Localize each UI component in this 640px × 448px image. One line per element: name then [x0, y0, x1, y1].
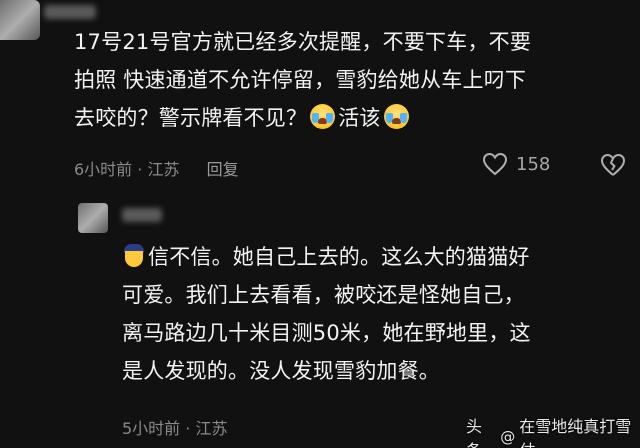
- watermark: 头条 @ 在雪地纯真打雪仗: [466, 413, 640, 448]
- reply-line: 离马路边几十米目测50米，她在野地里，这: [122, 321, 531, 345]
- comment-line: 17号21号官方就已经多次提醒，不要下车，不要: [74, 30, 532, 54]
- separator: ·: [137, 160, 143, 179]
- watermark-account: 在雪地纯真打雪仗: [519, 417, 632, 448]
- crying-laughing-emoji-icon: [310, 104, 336, 129]
- comment-body: 17号21号官方就已经多次提醒，不要下车，不要 拍照 快速通道不允许停留，雪豹给…: [74, 23, 634, 137]
- reply-line: 可爱。我们上去看看，被咬还是怪她自己，: [122, 283, 525, 307]
- comment-thread: 17号21号官方就已经多次提醒，不要下车，不要 拍照 快速通道不允许停留，雪豹给…: [0, 0, 640, 448]
- like-button[interactable]: 158: [482, 152, 550, 176]
- crying-laughing-emoji-icon: [383, 104, 409, 129]
- comment-line-with-emoji: 去咬的？警示牌看不见？ 活该: [74, 99, 634, 137]
- broken-heart-icon[interactable]: [600, 153, 626, 177]
- reply-location: 江苏: [195, 419, 228, 438]
- comment-time: 6小时前: [74, 160, 133, 179]
- comment-location: 江苏: [147, 160, 180, 179]
- police-officer-emoji-icon: [122, 244, 146, 268]
- reply-username-blurred[interactable]: [122, 208, 162, 222]
- at-icon: @: [500, 428, 516, 446]
- reply-button[interactable]: 回复: [207, 160, 239, 179]
- reply-meta: 5小时前 · 江苏: [122, 415, 227, 439]
- comment-line: 拍照 快速通道不允许停留，雪豹给她从车上叼下: [74, 68, 527, 92]
- reply-line-with-emoji: 信不信。她自己上去的。这么大的猫猫好: [122, 238, 632, 276]
- like-count: 158: [516, 153, 551, 175]
- reply-time: 5小时前: [122, 419, 181, 438]
- comment-line: 活该: [338, 106, 381, 130]
- comment-line: 去咬的？警示牌看不见？: [74, 106, 308, 130]
- reply-line: 是人发现的。没人发现雪豹加餐。: [122, 359, 440, 383]
- separator: ·: [185, 419, 191, 438]
- reply-line: 信不信。她自己上去的。这么大的猫猫好: [148, 245, 530, 269]
- reply-body: 信不信。她自己上去的。这么大的猫猫好 可爱。我们上去看看，被咬还是怪她自己， 离…: [122, 238, 632, 390]
- watermark-source: 头条: [466, 417, 483, 448]
- avatar[interactable]: [0, 0, 40, 40]
- comment-meta: 6小时前 · 江苏 回复: [74, 156, 239, 180]
- heart-icon: [482, 152, 508, 176]
- username-blurred[interactable]: [44, 5, 96, 19]
- reply-avatar[interactable]: [78, 203, 108, 233]
